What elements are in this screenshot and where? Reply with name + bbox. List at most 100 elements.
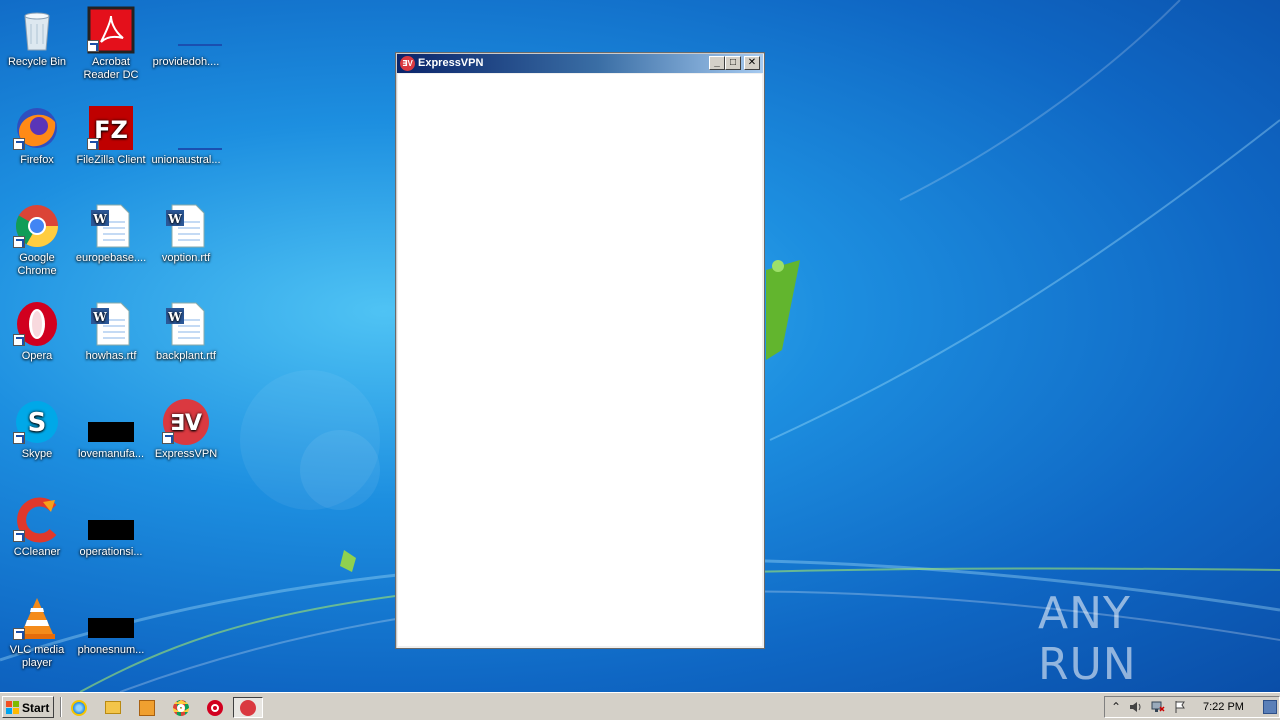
redacted-file-icon — [87, 594, 135, 642]
start-label: Start — [22, 701, 50, 715]
taskbar: Start ⌃ 7:22 PM — [0, 692, 1280, 720]
file-icon — [162, 6, 222, 54]
desktop-icon-phonesnum[interactable]: phonesnum... — [74, 594, 148, 657]
desktop-icon-ccleaner[interactable]: CCleaner — [0, 496, 74, 559]
desktop-icon-acrobat[interactable]: Acrobat Reader DC — [74, 6, 148, 82]
desktop-icon-label: europebase.... — [75, 252, 147, 264]
desktop-icon-voption[interactable]: W voption.rtf — [149, 202, 223, 265]
chrome-icon — [13, 202, 61, 250]
word-doc-icon: W — [162, 202, 210, 250]
desktop-icon-label: Recycle Bin — [7, 56, 67, 68]
volume-icon[interactable] — [1129, 700, 1143, 714]
shortcut-arrow-icon — [13, 432, 25, 444]
desktop-icon-google-chrome[interactable]: Google Chrome — [0, 202, 74, 278]
word-doc-icon: W — [87, 300, 135, 348]
desktop: Recycle Bin Firefox Google Chrome Opera … — [0, 0, 1280, 692]
desktop-icon-label: lovemanufa... — [77, 448, 145, 460]
filezilla-icon: FZ — [87, 104, 135, 152]
minimize-button[interactable]: _ — [709, 56, 725, 70]
desktop-icon-recycle-bin[interactable]: Recycle Bin — [0, 6, 74, 69]
taskbar-separator — [60, 697, 62, 717]
shortcut-arrow-icon — [13, 530, 25, 542]
window-content-area — [398, 74, 762, 646]
taskbar-media-player[interactable] — [135, 697, 159, 718]
window-title: ExpressVPN — [418, 57, 484, 69]
redacted-file-icon — [87, 496, 135, 544]
close-button[interactable]: ✕ — [744, 56, 760, 70]
watermark-text: ANY RUN — [1038, 588, 1137, 690]
word-doc-icon: W — [87, 202, 135, 250]
network-icon[interactable] — [1151, 700, 1165, 714]
taskbar-chrome[interactable] — [169, 697, 193, 718]
desktop-icon-expressvpn[interactable]: ∃V ExpressVPN — [149, 398, 223, 461]
opera-icon — [207, 699, 223, 716]
maximize-button[interactable]: □ — [725, 56, 741, 70]
action-center-flag-icon[interactable] — [1173, 700, 1187, 714]
tray-expand-icon[interactable]: ⌃ — [1109, 700, 1123, 714]
internet-explorer-icon — [71, 699, 87, 716]
desktop-icon-providedoh[interactable]: providedoh.... — [149, 6, 223, 69]
expressvpn-window[interactable]: ∃V ExpressVPN _ □ ✕ — [395, 52, 765, 649]
start-button[interactable]: Start — [2, 696, 54, 718]
desktop-icon-skype[interactable]: S Skype — [0, 398, 74, 461]
svg-text:FZ: FZ — [94, 116, 128, 144]
desktop-icon-howhas[interactable]: W howhas.rtf — [74, 300, 148, 363]
expressvpn-icon: ∃V — [162, 398, 210, 446]
desktop-icon-europebase[interactable]: W europebase.... — [74, 202, 148, 265]
acrobat-icon — [87, 6, 135, 54]
clock[interactable]: 7:22 PM — [1203, 701, 1244, 713]
taskbar-explorer[interactable] — [101, 697, 125, 718]
redacted-file-icon — [87, 398, 135, 446]
folder-icon — [105, 701, 121, 714]
desktop-icon-label: Skype — [21, 448, 53, 460]
svg-text:W: W — [167, 310, 182, 324]
taskbar-expressvpn[interactable] — [233, 697, 263, 718]
file-icon — [162, 104, 222, 152]
shortcut-arrow-icon — [13, 236, 25, 248]
desktop-icon-unionaustral[interactable]: unionaustral... — [149, 104, 223, 167]
shortcut-arrow-icon — [87, 138, 99, 150]
show-desktop-button[interactable] — [1263, 700, 1277, 714]
svg-text:W: W — [167, 212, 182, 226]
desktop-icon-filezilla[interactable]: FZ FileZilla Client — [74, 104, 148, 167]
skype-icon: S — [13, 398, 61, 446]
desktop-icon-opera[interactable]: Opera — [0, 300, 74, 363]
desktop-icon-label: FileZilla Client — [76, 154, 146, 166]
desktop-icon-backplant[interactable]: W backplant.rtf — [149, 300, 223, 363]
desktop-icon-label: VLC media player — [9, 644, 65, 669]
desktop-icon-label: voption.rtf — [161, 252, 211, 264]
desktop-icon-label: Acrobat Reader DC — [83, 56, 139, 81]
desktop-icon-label: Firefox — [20, 154, 54, 166]
media-player-icon — [139, 699, 155, 716]
desktop-icon-label: unionaustral... — [151, 154, 221, 166]
desktop-icon-label: ExpressVPN — [154, 448, 218, 460]
window-titlebar[interactable]: ∃V ExpressVPN _ □ ✕ — [397, 54, 763, 73]
shortcut-arrow-icon — [13, 628, 25, 640]
desktop-icon-operationsi[interactable]: operationsi... — [74, 496, 148, 559]
vlc-icon — [13, 594, 61, 642]
shortcut-arrow-icon — [87, 40, 99, 52]
desktop-icon-firefox[interactable]: Firefox — [0, 104, 74, 167]
desktop-icon-vlc[interactable]: VLC media player — [0, 594, 74, 670]
svg-text:W: W — [92, 310, 107, 324]
taskbar-internet-explorer[interactable] — [67, 697, 91, 718]
svg-text:W: W — [92, 212, 107, 226]
expressvpn-icon: ∃V — [400, 56, 415, 71]
desktop-icon-label: providedoh.... — [152, 56, 220, 68]
desktop-icon-lovemanufa[interactable]: lovemanufa... — [74, 398, 148, 461]
desktop-icon-label: Opera — [21, 350, 53, 362]
shortcut-arrow-icon — [13, 334, 25, 346]
desktop-icon-label: backplant.rtf — [156, 350, 216, 362]
taskbar-opera[interactable] — [203, 697, 227, 718]
desktop-icon-label: CCleaner — [13, 546, 61, 558]
shortcut-arrow-icon — [13, 138, 25, 150]
chrome-icon — [173, 699, 189, 716]
svg-text:S: S — [28, 408, 47, 438]
system-tray: ⌃ 7:22 PM — [1104, 696, 1280, 718]
expressvpn-icon — [240, 699, 256, 716]
firefox-icon — [13, 104, 61, 152]
desktop-icon-label: phonesnum... — [77, 644, 145, 656]
word-doc-icon: W — [162, 300, 210, 348]
desktop-icon-label: operationsi... — [79, 546, 143, 558]
desktop-icon-label: Google Chrome — [17, 252, 57, 277]
